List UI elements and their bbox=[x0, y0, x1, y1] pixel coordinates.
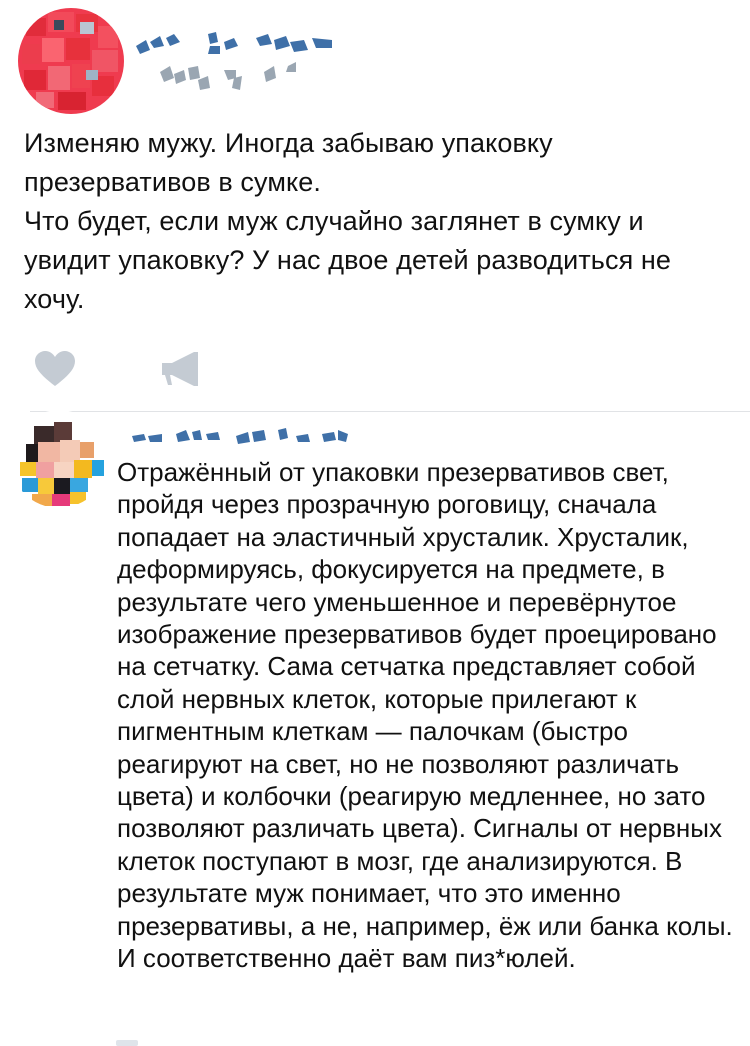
share-button[interactable] bbox=[160, 350, 202, 393]
commenter-avatar[interactable] bbox=[10, 410, 108, 508]
author-name-obscured[interactable] bbox=[136, 32, 356, 117]
post-text: Изменяю мужу. Иногда забываю упаковку пр… bbox=[24, 124, 724, 319]
megaphone-icon bbox=[162, 352, 198, 386]
comment-text: Отражённый от упаковки презервативов све… bbox=[117, 457, 733, 974]
commenter-name-obscured[interactable] bbox=[132, 428, 362, 455]
post-header bbox=[18, 8, 738, 118]
post-actions bbox=[34, 350, 254, 390]
like-button[interactable] bbox=[34, 350, 76, 393]
author-avatar[interactable] bbox=[18, 8, 124, 114]
divider bbox=[30, 411, 750, 412]
reply-indicator bbox=[116, 1040, 138, 1046]
heart-icon bbox=[35, 351, 75, 386]
post-text-line-2: Что будет, если муж случайно заглянет в … bbox=[24, 206, 672, 314]
post-text-line-1: Изменяю мужу. Иногда забываю упаковку пр… bbox=[24, 128, 553, 197]
